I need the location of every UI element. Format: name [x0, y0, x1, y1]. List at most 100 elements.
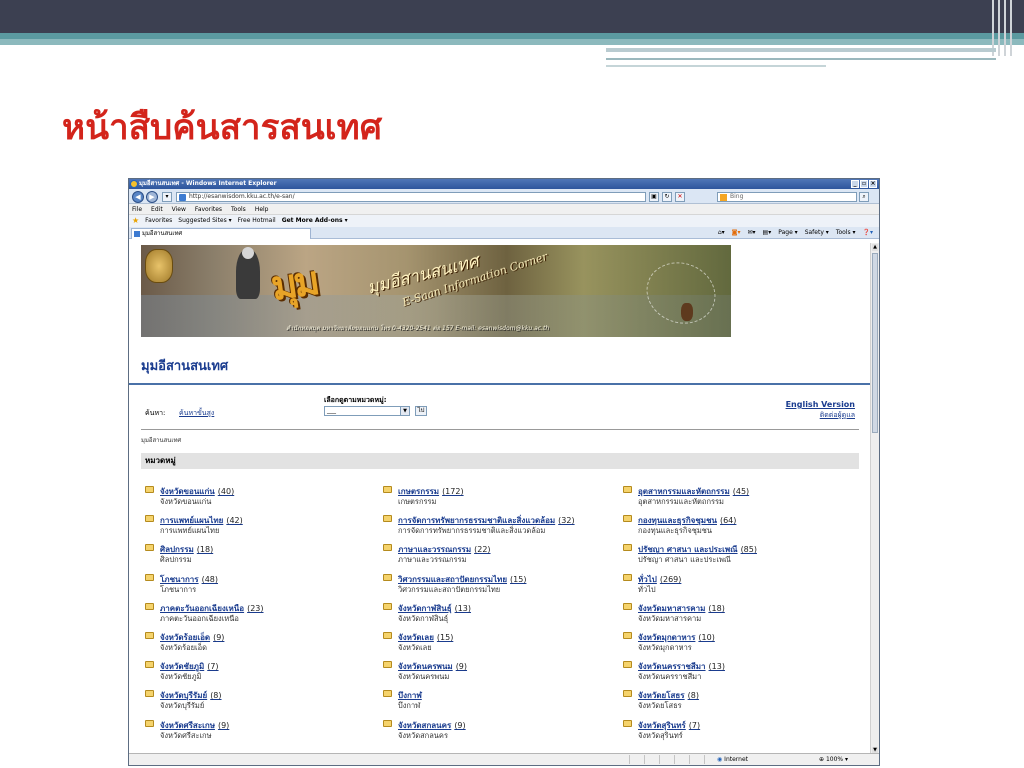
- category-name[interactable]: การจัดการทรัพยากรธรรมชาติและสิ่งแวดล้อม: [398, 516, 555, 525]
- dropdown-icon[interactable]: ▾: [162, 192, 172, 202]
- category-description: จังหวัดเลย: [398, 643, 432, 652]
- fav-free-hotmail[interactable]: Free Hotmail: [238, 215, 276, 227]
- category-name[interactable]: ศิลปกรรม: [160, 545, 194, 554]
- menu-favorites[interactable]: Favorites: [195, 204, 222, 214]
- search-icon[interactable]: ⌕: [859, 192, 869, 202]
- category-name[interactable]: จังหวัดนครราชสีมา: [638, 662, 706, 671]
- feeds-icon[interactable]: ◙▾: [732, 227, 741, 239]
- forward-button[interactable]: ▶: [146, 191, 158, 203]
- category-count: (9): [217, 720, 230, 730]
- folder-icon: [145, 690, 154, 698]
- compat-icon[interactable]: ▣: [649, 192, 659, 202]
- page-menu[interactable]: Page ▾: [778, 227, 797, 239]
- category-count: (18): [196, 545, 214, 555]
- fav-suggested-sites[interactable]: Suggested Sites ▾: [178, 215, 231, 227]
- category-description: จังหวัดสุรินทร์: [638, 730, 683, 740]
- menu-help[interactable]: Help: [255, 204, 269, 214]
- vertical-scrollbar[interactable]: ▲ ▼: [870, 243, 879, 755]
- menu-file[interactable]: File: [132, 204, 142, 214]
- category-name[interactable]: จังหวัดมุกดาหาร: [638, 633, 695, 642]
- menu-tools[interactable]: Tools: [231, 204, 246, 214]
- url-field[interactable]: http://esanwisdom.kku.ac.th/e-san/: [176, 192, 646, 202]
- folder-icon: [145, 719, 154, 727]
- tab-title: มุมอีสานสนเทศ: [142, 230, 183, 237]
- advanced-search-link[interactable]: ค้นหาขั้นสูง: [179, 408, 214, 419]
- category-name[interactable]: วิศวกรรมและสถาปัตยกรรมไทย: [398, 575, 507, 584]
- category-name[interactable]: ภาษาและวรรณกรรม: [398, 545, 471, 554]
- globe-icon: ◉: [717, 756, 723, 763]
- home-icon[interactable]: ⌂▾: [718, 227, 725, 239]
- print-icon[interactable]: ▤▾: [763, 227, 772, 239]
- category-name[interactable]: จังหวัดสุรินทร์: [638, 721, 686, 730]
- category-name[interactable]: จังหวัดบุรีรัมย์: [160, 691, 207, 700]
- category-description: อุตสาหกรรมและหัตถกรรม: [638, 497, 725, 506]
- category-name[interactable]: จังหวัดมหาสารคาม: [638, 604, 705, 613]
- category-count: (85): [740, 545, 757, 555]
- mail-icon[interactable]: ✉▾: [748, 227, 756, 239]
- english-version-link[interactable]: English Version: [786, 400, 855, 409]
- category-name[interactable]: กองทุนและธุรกิจชุมชน: [638, 516, 717, 525]
- category-name[interactable]: จังหวัดเลย: [398, 633, 434, 642]
- safety-menu[interactable]: Safety ▾: [805, 227, 829, 239]
- category-description: ปรัชญา ศาสนา และประเพณี: [638, 555, 731, 565]
- scroll-up-icon[interactable]: ▲: [872, 244, 878, 251]
- zoom-control[interactable]: ⊕ 100% ▾: [819, 754, 848, 765]
- banner-fisherman: [681, 303, 693, 321]
- back-button[interactable]: ◀: [132, 191, 144, 203]
- zone-indicator[interactable]: ◉ Internet: [717, 754, 748, 765]
- categories-header: หมวดหมู่: [141, 453, 859, 469]
- window-titlebar: มุมอีสานสนเทศ - Windows Internet Explore…: [129, 179, 879, 189]
- category-count: (7): [207, 662, 219, 672]
- close-icon[interactable]: ×: [869, 180, 877, 188]
- category-name[interactable]: อุตสาหกรรมและหัตถกรรม: [638, 487, 730, 496]
- maximize-icon[interactable]: ▫: [860, 180, 868, 188]
- category-select[interactable]: ___ ▼: [324, 406, 410, 416]
- category-count: (9): [213, 633, 225, 642]
- menu-view[interactable]: View: [172, 204, 186, 214]
- category-name[interactable]: จังหวัดกาฬสินธุ์: [398, 604, 452, 613]
- category-description: จังหวัดนครราชสีมา: [638, 672, 702, 682]
- category-count: (10): [698, 633, 715, 642]
- category-description: กองทุนและธุรกิจชุมชน: [638, 526, 713, 536]
- tools-menu[interactable]: Tools ▾: [836, 227, 856, 239]
- category-description: บึงกาฬ: [398, 701, 421, 711]
- category-name[interactable]: ทั่วไป: [638, 575, 657, 584]
- refresh-icon[interactable]: ↻: [662, 192, 672, 202]
- folder-icon: [145, 544, 154, 552]
- category-count: (48): [201, 574, 219, 584]
- category-description: จังหวัดศรีสะเกษ: [160, 730, 212, 740]
- decor-bar: [606, 48, 996, 52]
- category-name[interactable]: โภชนาการ: [160, 575, 199, 584]
- category-description: จังหวัดมหาสารคาม: [638, 613, 702, 623]
- category-name[interactable]: จังหวัดศรีสะเกษ: [160, 721, 215, 730]
- category-name[interactable]: การแพทย์แผนไทย: [160, 516, 223, 525]
- folder-icon: [383, 486, 392, 493]
- scrollbar-thumb[interactable]: [872, 253, 878, 433]
- category-name[interactable]: ปรัชญา ศาสนา และประเพณี: [638, 545, 738, 554]
- status-divider: [629, 755, 630, 764]
- help-icon[interactable]: ❓▾: [863, 227, 873, 239]
- category-name[interactable]: จังหวัดนครพนม: [398, 662, 453, 671]
- category-name[interactable]: จังหวัดร้อยเอ็ด: [160, 633, 210, 642]
- category-name[interactable]: จังหวัดสกลนคร: [398, 721, 451, 730]
- decor-line: [1010, 0, 1012, 56]
- stop-icon[interactable]: ✕: [675, 192, 685, 202]
- menu-edit[interactable]: Edit: [151, 204, 163, 214]
- favorites-button[interactable]: Favorites: [145, 215, 172, 227]
- category-name[interactable]: จังหวัดชัยภูมิ: [160, 662, 204, 671]
- category-count: (40): [217, 487, 235, 496]
- category-description: จังหวัดชัยภูมิ: [160, 672, 202, 682]
- category-description: วิศวกรรมและสถาปัตยกรรมไทย: [398, 584, 501, 594]
- fav-get-addons[interactable]: Get More Add-ons ▾: [282, 215, 348, 227]
- category-name[interactable]: ภาคตะวันออกเฉียงเหนือ: [160, 604, 244, 613]
- category-name[interactable]: เกษตรกรรม: [398, 487, 439, 496]
- search-input[interactable]: Bing: [717, 192, 857, 202]
- banner-tagline: สำนักหอสมุด มหาวิทยาลัยขอนแก่น โทร 0-432…: [286, 325, 550, 332]
- category-name[interactable]: จังหวัดขอนแก่น: [160, 487, 215, 496]
- go-button[interactable]: ไป: [415, 406, 427, 416]
- contact-link[interactable]: ติดต่อผู้ดูแล: [820, 410, 855, 421]
- category-name[interactable]: จังหวัดยโสธร: [638, 691, 685, 700]
- tab-current[interactable]: มุมอีสานสนเทศ: [131, 228, 311, 239]
- minimize-icon[interactable]: _: [851, 180, 859, 188]
- category-name[interactable]: บึงกาฬ: [398, 691, 422, 700]
